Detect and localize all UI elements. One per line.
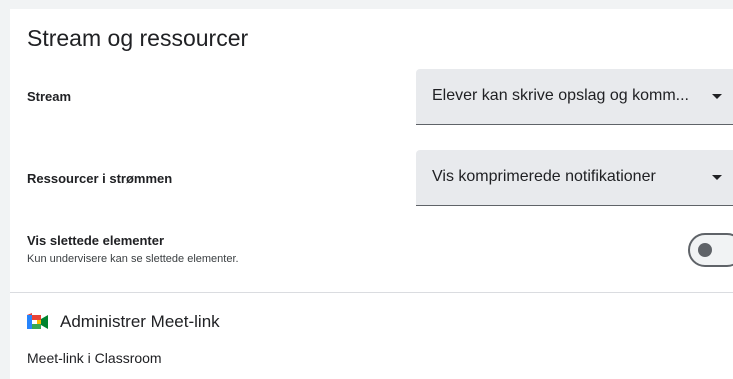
stream-label: Stream [27, 89, 72, 104]
section-divider [10, 292, 733, 293]
section-title: Stream og ressourcer [27, 25, 249, 51]
stream-settings-card: Stream og ressourcer Stream Elever kan s… [10, 9, 733, 379]
google-meet-icon [27, 313, 48, 329]
dropdown-arrow-icon [712, 94, 722, 99]
dropdown-arrow-icon [712, 175, 722, 180]
stream-select-value: Elever kan skrive opslag og komm... [432, 87, 689, 104]
toggle-knob [698, 243, 712, 257]
meet-link-label: Meet-link i Classroom [27, 350, 162, 366]
resources-label: Ressourcer i strømmen [27, 171, 173, 186]
show-deleted-toggle[interactable] [688, 233, 733, 267]
meet-title: Administrer Meet-link [60, 312, 220, 331]
stream-select[interactable]: Elever kan skrive opslag og komm... [416, 69, 733, 125]
resources-select-value: Vis komprimerede notifikationer [432, 168, 656, 185]
show-deleted-sublabel: Kun undervisere kan se slettede elemente… [27, 253, 239, 265]
show-deleted-label: Vis slettede elementer [27, 233, 165, 248]
resources-select[interactable]: Vis komprimerede notifikationer [416, 150, 733, 206]
